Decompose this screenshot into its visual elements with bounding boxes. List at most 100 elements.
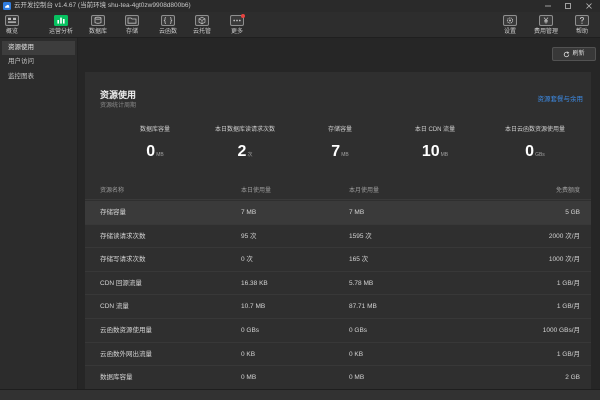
title-bar: 云开发控制台 v1.4.67 (当前环境 shu-tea-4gt0zw9908d… (0, 0, 600, 12)
toolbar-item-cloud-hosting[interactable]: 云托管 (190, 12, 214, 37)
cloud-console-icon (3, 2, 11, 10)
cell-free-quota: 5 GB (565, 209, 580, 216)
toolbar-item-label: 更多 (230, 29, 244, 35)
cell-free-quota: 2 GB (565, 374, 580, 382)
column-header-free-quota: 免费额度 (555, 188, 580, 194)
stat-unit: 次 (247, 152, 253, 158)
stat-value: 0 (146, 143, 156, 160)
stat-cdn-traffic: 本日 CDN 流量 10MB (385, 126, 485, 161)
cell-resource-name: 云函数外网出流量 (100, 350, 152, 358)
toolbar-item-label: 存储 (125, 29, 139, 35)
toolbar-item-help[interactable]: 帮助 (570, 12, 594, 37)
cell-free-quota: 1 GB/月 (556, 303, 580, 311)
stat-label: 本日云函数资源使用量 (504, 127, 565, 133)
cell-today-usage: 7 MB (241, 209, 257, 216)
stat-unit: MB (440, 152, 449, 158)
main-content: 刷新 资源使用 资源统计周期 资源套餐与余用 数据库容量 0MB 本日数据库读请… (78, 38, 600, 389)
main-toolbar: 概览 运营分析 数据库 存储 云函数 云托管 更多 设置 费用管理 帮助 (0, 12, 600, 38)
toolbar-item-label: 运营分析 (48, 29, 74, 35)
stat-label: 存储容量 (327, 127, 352, 133)
cell-free-quota: 1 GB/月 (556, 350, 580, 358)
cell-free-quota: 1000 次/月 (548, 256, 580, 264)
stat-value: 2 (237, 143, 247, 160)
sidebar-item-user-access[interactable]: 用户访问 (2, 55, 75, 69)
stat-label: 本日数据库读请求次数 (214, 127, 275, 133)
refresh-label: 刷新 (572, 51, 585, 57)
cell-today-usage: 10.7 MB (241, 303, 266, 311)
toolbar-item-more[interactable]: 更多 (225, 12, 249, 37)
cell-today-usage: 0 GBs (241, 327, 260, 334)
cell-month-usage: 7 MB (349, 209, 365, 216)
cloud-console-window: 云开发控制台 v1.4.67 (当前环境 shu-tea-4gt0zw9908d… (0, 0, 600, 400)
sidebar-item-resource-usage[interactable]: 资源使用 (2, 41, 75, 55)
table-row: 存储写请求次数 0 次 165 次 1000 次/月 (85, 248, 591, 272)
cell-month-usage: 1595 次 (349, 232, 372, 240)
cell-resource-name: CDN 流量 (100, 303, 129, 311)
toolbar-item-cloud-function[interactable]: 云函数 (156, 12, 180, 37)
table-row: CDN 回源流量 16.38 KB 5.78 MB 1 GB/月 (85, 272, 591, 296)
stat-function-usage: 本日云函数资源使用量 0GBs (485, 126, 585, 161)
sidebar-item-monitoring[interactable]: 监控图表 (2, 70, 75, 84)
cell-resource-name: 数据库容量 (100, 374, 133, 382)
cell-resource-name: 云函数资源使用量 (100, 327, 152, 334)
toolbar-item-label: 帮助 (575, 29, 589, 35)
notification-dot (241, 14, 245, 18)
stat-value-row: 0MB (105, 143, 205, 161)
quota-link[interactable]: 资源套餐与余用 (538, 96, 584, 104)
close-icon[interactable] (581, 1, 597, 11)
stat-value-row: 7MB (290, 143, 390, 161)
cell-resource-name: 存储容量 (100, 209, 126, 216)
cell-today-usage: 0 MB (241, 374, 257, 382)
refresh-button[interactable]: 刷新 (552, 47, 596, 61)
stat-value-row: 2次 (195, 143, 295, 161)
storage-icon (125, 15, 139, 26)
table-row: 云函数资源使用量 0 GBs 0 GBs 1000 GBs/月 (85, 319, 591, 343)
stat-database-capacity: 数据库容量 0MB (105, 126, 205, 161)
stat-storage-capacity: 存储容量 7MB (290, 126, 390, 161)
billing-icon (539, 15, 553, 26)
table-row: 数据库容量 0 MB 0 MB 2 GB (85, 366, 591, 389)
cell-today-usage: 0 KB (241, 350, 256, 358)
column-header-resource-name: 资源名称 (100, 188, 125, 194)
stat-label: 本日 CDN 流量 (414, 127, 456, 133)
toolbar-item-storage[interactable]: 存储 (120, 12, 144, 37)
toolbar-item-database[interactable]: 数据库 (86, 12, 110, 37)
stat-label: 数据库容量 (139, 127, 170, 133)
column-header-today-usage: 本日使用量 (241, 188, 272, 194)
toolbar-item-label: 数据库 (88, 29, 108, 35)
cell-today-usage: 0 次 (241, 256, 253, 264)
table-row: 云函数外网出流量 0 KB 0 KB 1 GB/月 (85, 343, 591, 367)
cell-month-usage: 87.71 MB (349, 303, 377, 311)
stat-value: 0 (525, 143, 535, 160)
maximize-icon[interactable] (560, 1, 576, 11)
toolbar-item-analytics[interactable]: 运营分析 (49, 12, 73, 37)
database-icon (91, 15, 105, 26)
cloud-hosting-icon (195, 15, 209, 26)
sidebar: 资源使用 用户访问 监控图表 (0, 38, 78, 389)
stat-value: 10 (421, 143, 440, 160)
help-icon (575, 15, 589, 26)
toolbar-item-billing[interactable]: 费用管理 (534, 12, 558, 37)
cell-free-quota: 2000 次/月 (548, 232, 580, 240)
settings-icon (503, 15, 517, 26)
toolbar-item-overview[interactable]: 概览 (0, 12, 24, 37)
cell-resource-name: 存储读请求次数 (100, 232, 146, 240)
cell-resource-name: 存储写请求次数 (100, 256, 146, 264)
toolbar-item-label: 费用管理 (533, 29, 559, 35)
overview-icon (5, 15, 19, 26)
toolbar-item-label: 设置 (503, 29, 517, 35)
toolbar-item-settings[interactable]: 设置 (498, 12, 522, 37)
cell-free-quota: 1000 GBs/月 (542, 327, 580, 334)
table-row: 存储容量 7 MB 7 MB 5 GB (85, 201, 591, 225)
cloud-function-icon (161, 15, 175, 26)
analytics-icon (54, 15, 68, 26)
minimize-icon[interactable] (540, 1, 556, 11)
cell-month-usage: 165 次 (349, 256, 369, 264)
status-bar (0, 389, 600, 400)
cell-today-usage: 95 次 (241, 232, 257, 240)
stat-value: 7 (331, 143, 341, 160)
stat-unit: MB (341, 152, 349, 158)
stat-period-label: 资源统计周期 (100, 103, 137, 109)
refresh-icon (564, 50, 570, 57)
table-row: CDN 流量 10.7 MB 87.71 MB 1 GB/月 (85, 295, 591, 319)
